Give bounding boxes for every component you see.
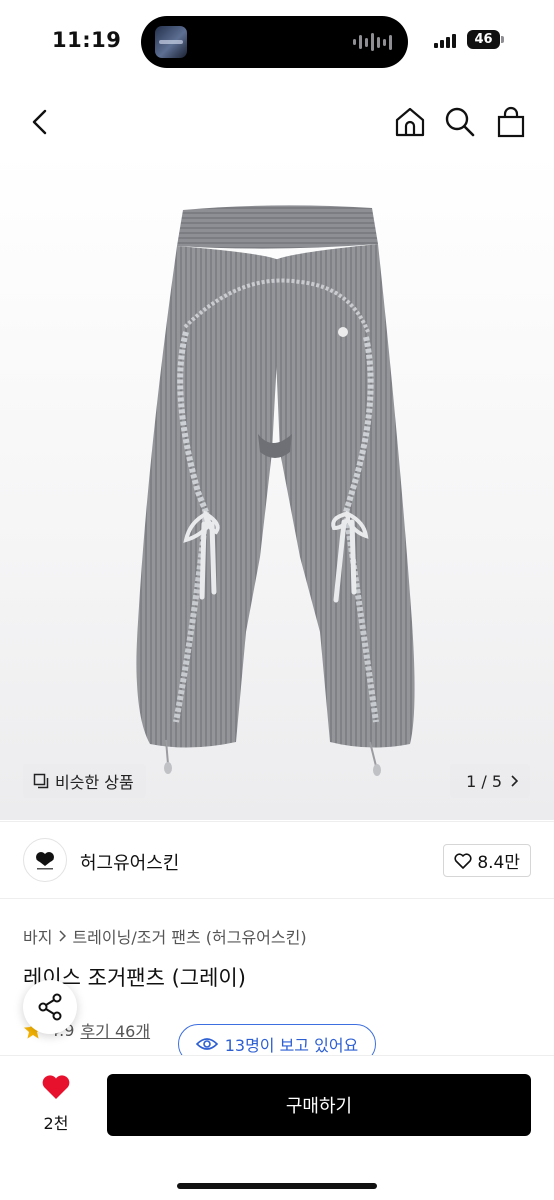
- brand-logo-mark: [36, 852, 54, 870]
- wishlist-count: 2천: [43, 1114, 69, 1133]
- viewers-count-text: 13명이 보고 있어요: [224, 1036, 359, 1055]
- chevron-right-icon: [511, 775, 518, 787]
- review-count-link[interactable]: 후기 46개: [80, 1018, 150, 1042]
- status-bar: 11:19 46: [0, 0, 554, 84]
- shopping-bag-icon: [497, 106, 525, 138]
- home-indicator[interactable]: [177, 1183, 377, 1189]
- brand-row[interactable]: 허그유어스킨 8.4만: [0, 821, 554, 899]
- cellular-signal-icon: [434, 33, 456, 48]
- bottom-action-bar: 2천 구매하기: [0, 1055, 554, 1200]
- chevron-right-icon: [59, 930, 67, 942]
- dynamic-island[interactable]: [141, 16, 408, 68]
- product-image-gallery[interactable]: 비슷한 상품 1 / 5: [0, 152, 554, 820]
- wishlist-button[interactable]: 2천: [20, 1074, 92, 1134]
- product-photo: [136, 205, 415, 776]
- share-button[interactable]: [23, 980, 77, 1034]
- search-icon: [445, 107, 475, 137]
- search-button[interactable]: [440, 102, 480, 142]
- heart-filled-icon: [42, 1075, 70, 1099]
- now-playing-artwork: [155, 26, 187, 58]
- breadcrumb-item[interactable]: 바지: [23, 924, 52, 948]
- back-button[interactable]: [20, 102, 60, 142]
- cart-button[interactable]: [491, 102, 531, 142]
- home-icon: [395, 107, 425, 137]
- audio-waveform-icon: [353, 32, 392, 52]
- brand-like-button[interactable]: 8.4만: [443, 844, 531, 877]
- chevron-left-icon: [32, 109, 47, 135]
- eye-icon: [195, 1038, 218, 1050]
- buy-button[interactable]: 구매하기: [107, 1074, 531, 1136]
- share-icon: [38, 993, 62, 1021]
- page-indicator-text: 1 / 5: [466, 771, 502, 791]
- brand-logo[interactable]: [23, 838, 67, 882]
- top-navigation: [0, 94, 554, 150]
- battery-icon: 46: [467, 30, 500, 49]
- brand-name[interactable]: 허그유어스킨: [80, 849, 179, 875]
- similar-products-button[interactable]: 비슷한 상품: [23, 764, 146, 798]
- home-button[interactable]: [390, 102, 430, 142]
- similar-products-label: 비슷한 상품: [55, 773, 134, 792]
- breadcrumb: 바지 트레이닝/조거 팬츠 (허그유어스킨): [23, 924, 307, 948]
- heart-outline-icon: [454, 852, 472, 869]
- copy-icon: [33, 773, 49, 789]
- status-time: 11:19: [52, 28, 122, 52]
- breadcrumb-item[interactable]: 트레이닝/조거 팬츠 (허그유어스킨): [72, 924, 306, 948]
- brand-like-count: 8.4만: [477, 853, 520, 873]
- gallery-page-indicator[interactable]: 1 / 5: [450, 764, 530, 798]
- battery-tip: [501, 36, 504, 43]
